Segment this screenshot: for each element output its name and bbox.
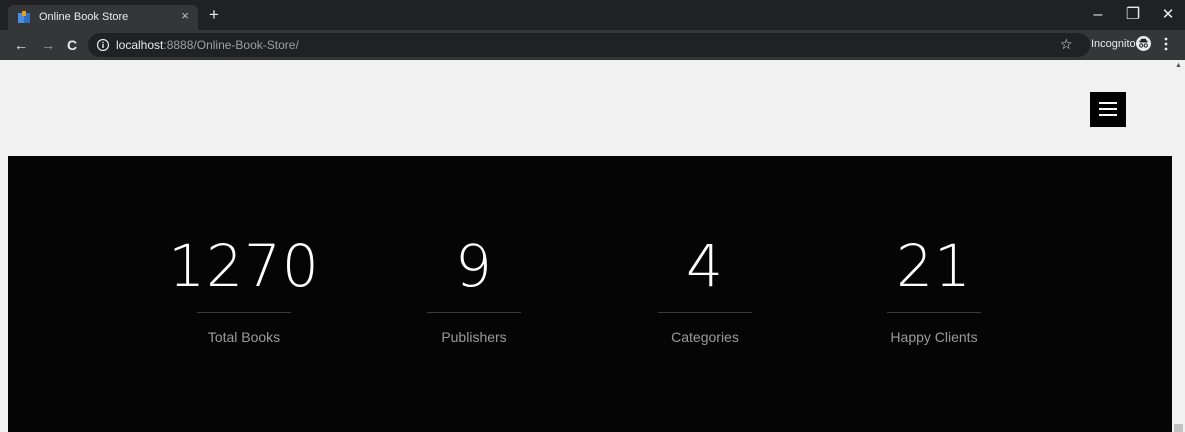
tab-strip: Online Book Store × + – ❐ ✕ <box>0 0 1185 30</box>
stat-value: 1270 <box>168 232 320 300</box>
stat-label: Publishers <box>441 329 507 345</box>
url-host: localhost <box>116 38 164 52</box>
url-path: :8888/Online-Book-Store/ <box>163 38 299 52</box>
stat-divider <box>658 312 752 313</box>
stat-value: 9 <box>455 232 493 300</box>
book-favicon-icon <box>18 11 30 23</box>
hamburger-icon-line <box>1099 108 1117 110</box>
tab-close-icon[interactable]: × <box>178 9 192 23</box>
stat-divider <box>427 312 521 313</box>
browser-chrome: Online Book Store × + – ❐ ✕ ← → C localh… <box>0 0 1185 60</box>
stat-value: 21 <box>896 232 972 300</box>
stat-label: Categories <box>671 329 739 345</box>
page-scrollbar[interactable]: ▲ <box>1172 60 1185 432</box>
url-text: localhost:8888/Online-Book-Store/ <box>116 38 299 52</box>
page-viewport: 1270 Total Books 9 Publishers 4 Categori… <box>0 60 1185 432</box>
forward-arrow-icon[interactable]: → <box>40 37 56 53</box>
browser-toolbar: ← → C localhost:8888/Online-Book-Store/ … <box>0 30 1185 60</box>
page-header <box>0 60 1172 156</box>
reload-icon[interactable]: C <box>64 37 80 53</box>
stat-divider <box>887 312 981 313</box>
stat-value: 4 <box>686 232 724 300</box>
new-tab-icon[interactable]: + <box>205 6 223 24</box>
more-menu-icon[interactable] <box>1163 37 1169 51</box>
close-window-icon[interactable]: ✕ <box>1158 6 1178 24</box>
incognito-icon[interactable] <box>1136 36 1151 51</box>
incognito-label: Incognito <box>1091 38 1136 50</box>
hamburger-icon-line <box>1099 114 1117 116</box>
tab-title: Online Book Store <box>39 11 129 23</box>
back-arrow-icon[interactable]: ← <box>13 37 29 53</box>
scrollbar-thumb[interactable] <box>1174 424 1183 432</box>
minimize-icon[interactable]: – <box>1088 6 1108 24</box>
info-icon[interactable] <box>97 39 109 51</box>
restore-icon[interactable]: ❐ <box>1123 6 1143 24</box>
stat-divider <box>197 312 291 313</box>
hamburger-menu-button[interactable] <box>1090 92 1126 127</box>
address-bar[interactable]: localhost:8888/Online-Book-Store/ ☆ <box>88 33 1090 57</box>
tab-online-book-store[interactable]: Online Book Store × <box>8 5 198 30</box>
stats-section: 1270 Total Books 9 Publishers 4 Categori… <box>8 156 1172 432</box>
stat-label: Total Books <box>207 329 281 345</box>
stat-label: Happy Clients <box>890 329 978 345</box>
scroll-up-arrow-icon[interactable]: ▲ <box>1175 62 1182 69</box>
bookmark-star-icon[interactable]: ☆ <box>1060 36 1073 53</box>
hamburger-icon-line <box>1099 102 1117 104</box>
